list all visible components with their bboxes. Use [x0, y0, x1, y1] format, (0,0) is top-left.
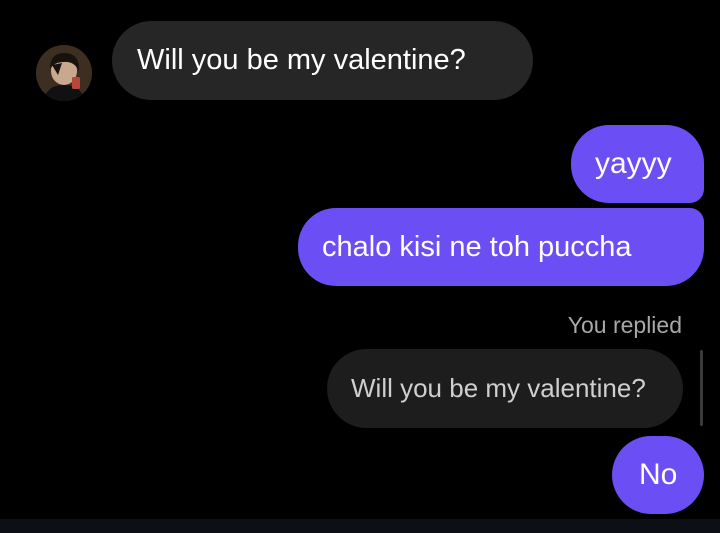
profile-avatar-icon	[36, 45, 92, 101]
reply-label: You replied	[567, 312, 682, 338]
chat-thread: Will you be my valentine? yayyy chalo ki…	[0, 0, 720, 533]
sent-message-bubble[interactable]: chalo kisi ne toh puccha	[298, 208, 704, 286]
bottom-edge	[0, 519, 720, 533]
received-message-bubble[interactable]: Will you be my valentine?	[112, 21, 533, 100]
reply-indicator-bar	[700, 350, 703, 426]
sent-message-text: yayyy	[595, 147, 672, 180]
sent-message-bubble[interactable]: No	[612, 436, 704, 514]
sent-message-bubble[interactable]: yayyy	[571, 125, 704, 203]
quoted-message-text: Will you be my valentine?	[351, 373, 646, 403]
sent-message-text: chalo kisi ne toh puccha	[322, 230, 632, 263]
received-message-text: Will you be my valentine?	[137, 44, 466, 76]
sent-message-text: No	[639, 458, 678, 491]
avatar[interactable]	[36, 45, 92, 101]
quoted-message-bubble[interactable]: Will you be my valentine?	[327, 349, 683, 428]
